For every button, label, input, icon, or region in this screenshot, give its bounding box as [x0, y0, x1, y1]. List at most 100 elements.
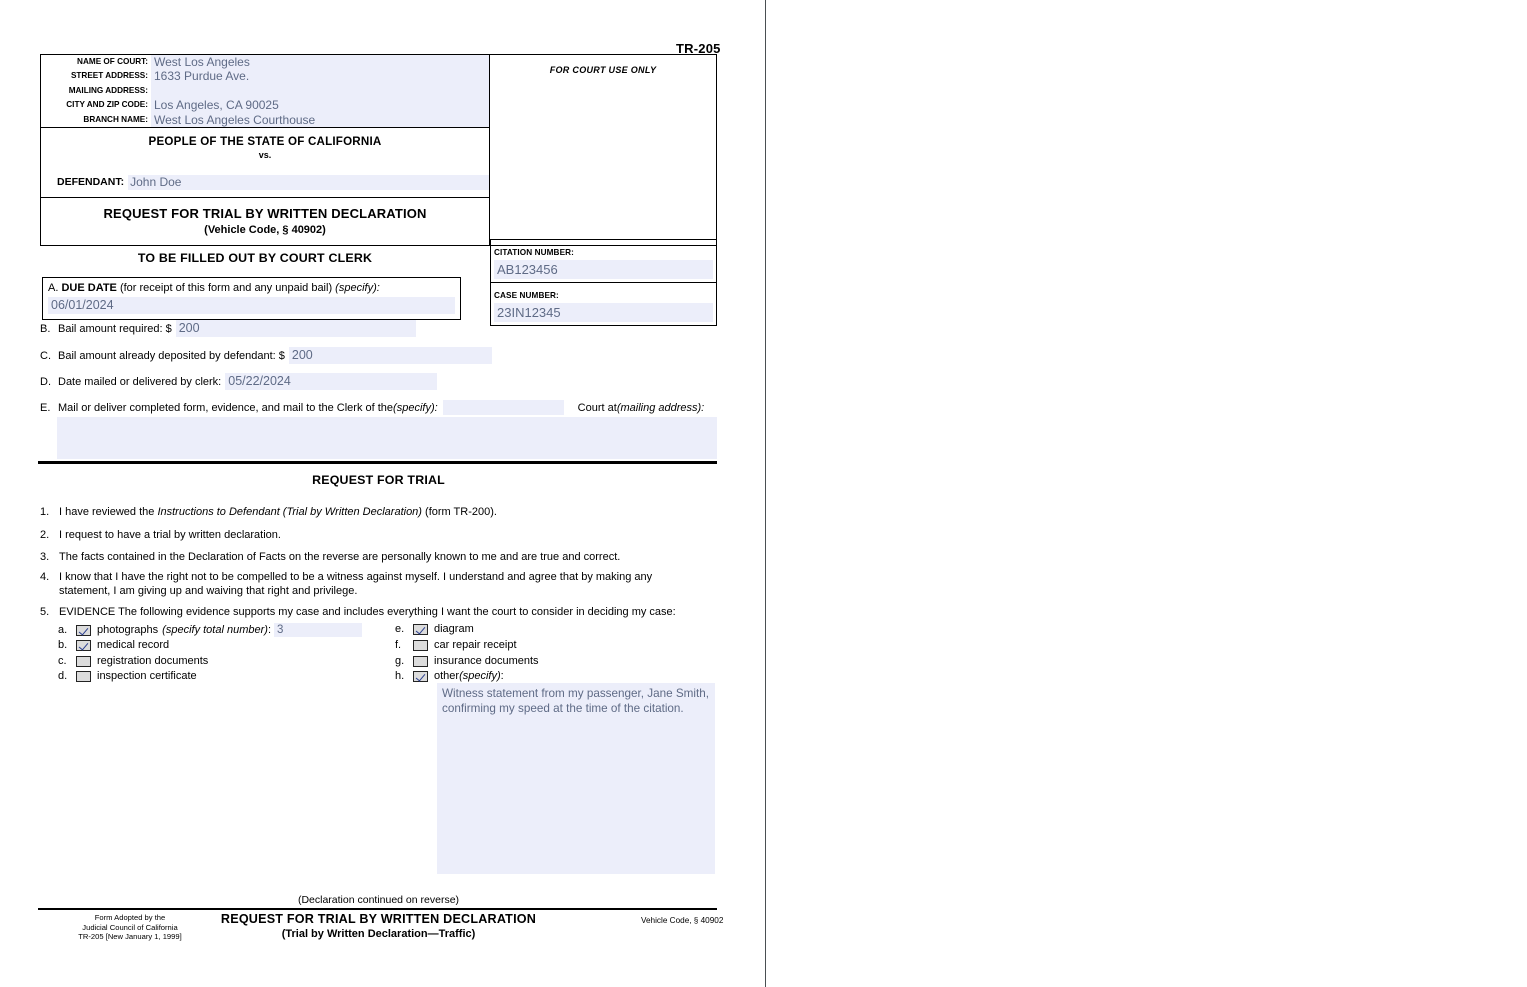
name-of-court-value[interactable]: West Los Angeles	[151, 55, 489, 69]
branch-name-value[interactable]: West Los Angeles Courthouse	[151, 113, 489, 127]
caption-left: NAME OF COURT: West Los Angeles STREET A…	[41, 55, 490, 245]
evidence-item-e[interactable]: e. diagram	[395, 623, 474, 635]
evidence-item-f[interactable]: f. car repair receipt	[395, 639, 517, 651]
caption-box: NAME OF COURT: West Los Angeles STREET A…	[40, 54, 717, 246]
mailing-address-value[interactable]	[151, 84, 489, 98]
page-one: TR-205 NAME OF COURT: West Los Angeles S…	[0, 0, 765, 987]
item-e-specify: (specify):	[393, 402, 438, 414]
evidence-a-suffix: :	[268, 624, 271, 636]
checkbox-photographs[interactable]	[76, 625, 91, 636]
evidence-e-letter: e.	[395, 623, 413, 635]
evidence-f-label: car repair receipt	[434, 639, 517, 651]
form-viewer: TR-205 NAME OF COURT: West Los Angeles S…	[0, 0, 1527, 987]
item-4-text: I know that I have the right not to be c…	[59, 570, 680, 598]
item-e-court-name-value[interactable]	[443, 400, 564, 415]
date-mailed-marker: D.	[40, 376, 58, 388]
evidence-h-italic: (specify)	[459, 670, 501, 682]
item-3-number: 3.	[40, 550, 59, 564]
court-field-row[interactable]: CITY AND ZIP CODE: Los Angeles, CA 90025	[41, 98, 489, 112]
evidence-a-letter: a.	[58, 624, 76, 636]
item-2-text: I request to have a trial by written dec…	[59, 528, 717, 542]
footer-adoption-note: Form Adopted by the Judicial Council of …	[40, 913, 220, 942]
defendant-label: DEFENDANT:	[41, 176, 128, 188]
item-1-text: I have reviewed the Instructions to Defe…	[59, 505, 717, 519]
date-mailed-row[interactable]: D. Date mailed or delivered by clerk: 05…	[40, 373, 437, 390]
bail-deposited-row[interactable]: C. Bail amount already deposited by defe…	[40, 347, 492, 364]
bail-deposited-marker: C.	[40, 350, 58, 362]
evidence-item-h[interactable]: h. other (specify):	[395, 670, 504, 682]
bail-required-label: Bail amount required: $	[58, 323, 172, 335]
item-4-number: 4.	[40, 570, 59, 598]
item-5-number: 5.	[40, 605, 59, 619]
checkbox-diagram[interactable]	[413, 624, 428, 635]
item-2-number: 2.	[40, 528, 59, 542]
citation-number-label: CITATION NUMBER:	[494, 248, 574, 257]
footer-vehicle-code: Vehicle Code, § 40902	[641, 916, 723, 925]
request-for-trial-heading: REQUEST FOR TRIAL	[40, 473, 717, 487]
court-field-row[interactable]: NAME OF COURT: West Los Angeles	[41, 55, 489, 69]
evidence-h-letter: h.	[395, 670, 413, 682]
bail-required-marker: B.	[40, 323, 58, 335]
item-e-text: Mail or deliver completed form, evidence…	[58, 402, 393, 414]
evidence-c-letter: c.	[58, 655, 76, 667]
evidence-item-b[interactable]: b. medical record	[58, 639, 169, 651]
bail-deposited-value[interactable]: 200	[289, 347, 492, 364]
date-mailed-label: Date mailed or delivered by clerk:	[58, 376, 221, 388]
evidence-e-label: diagram	[434, 623, 474, 635]
court-use-only-box: FOR COURT USE ONLY	[490, 55, 716, 245]
checkbox-insurance-documents[interactable]	[413, 656, 428, 667]
checkbox-other[interactable]	[413, 671, 428, 682]
street-address-label: STREET ADDRESS:	[41, 69, 151, 83]
checkbox-car-repair-receipt[interactable]	[413, 640, 428, 651]
case-number-cell[interactable]: CASE NUMBER: 23IN12345	[491, 282, 716, 325]
citation-number-cell[interactable]: CITATION NUMBER: AB123456	[491, 240, 716, 282]
evidence-h-label: other	[434, 670, 459, 682]
item-e-row[interactable]: E. Mail or deliver completed form, evide…	[40, 400, 717, 415]
item-e-address-box[interactable]	[57, 417, 717, 459]
bail-required-row[interactable]: B. Bail amount required: $ 200	[40, 320, 416, 337]
evidence-d-label: inspection certificate	[97, 670, 197, 682]
evidence-g-letter: g.	[395, 655, 413, 667]
court-field-row[interactable]: MAILING ADDRESS:	[41, 84, 489, 98]
evidence-item-g[interactable]: g. insurance documents	[395, 655, 539, 667]
mailing-address-label: MAILING ADDRESS:	[41, 84, 151, 98]
evidence-item-c[interactable]: c. registration documents	[58, 655, 208, 667]
checkbox-registration-documents[interactable]	[76, 656, 91, 667]
other-evidence-textarea[interactable]: Witness statement from my passenger, Jan…	[437, 683, 715, 874]
bail-required-value[interactable]: 200	[176, 320, 416, 337]
street-address-value[interactable]: 1633 Purdue Ave.	[151, 69, 489, 83]
due-date-marker: A.	[48, 282, 58, 294]
form-title-line-2: (Vehicle Code, § 40902)	[41, 224, 489, 236]
photographs-count-value[interactable]: 3	[274, 623, 362, 637]
checkbox-medical-record[interactable]	[76, 640, 91, 651]
city-zip-value[interactable]: Los Angeles, CA 90025	[151, 98, 489, 112]
item-e-marker: E.	[40, 402, 58, 414]
numbered-item-4: 4. I know that I have the right not to b…	[40, 570, 680, 598]
section-divider-rule	[38, 461, 717, 464]
case-number-value[interactable]: 23IN12345	[494, 303, 713, 322]
citation-case-stack: CITATION NUMBER: AB123456 CASE NUMBER: 2…	[490, 239, 717, 326]
due-date-box[interactable]: A. DUE DATE (for receipt of this form an…	[42, 277, 461, 320]
checkbox-inspection-certificate[interactable]	[76, 671, 91, 682]
numbered-item-2: 2. I request to have a trial by written …	[40, 528, 717, 542]
citation-number-value[interactable]: AB123456	[494, 260, 713, 279]
due-date-rest: (for receipt of this form and any unpaid…	[117, 282, 335, 294]
due-date-specify: (specify):	[335, 282, 380, 294]
due-date-value-row[interactable]: 06/01/2024	[48, 297, 455, 315]
date-mailed-value[interactable]: 05/22/2024	[225, 373, 437, 390]
court-field-row[interactable]: STREET ADDRESS: 1633 Purdue Ave.	[41, 69, 489, 83]
court-use-only-label: FOR COURT USE ONLY	[490, 65, 716, 75]
defendant-row[interactable]: DEFENDANT: John Doe	[41, 175, 489, 190]
evidence-a-label: photographs	[97, 624, 158, 636]
bail-deposited-label: Bail amount already deposited by defenda…	[58, 350, 285, 362]
footer-rule-page-one	[38, 908, 717, 910]
evidence-item-d[interactable]: d. inspection certificate	[58, 670, 197, 682]
due-date-value[interactable]: 06/01/2024	[48, 297, 455, 314]
court-field-row[interactable]: BRANCH NAME: West Los Angeles Courthouse	[41, 113, 489, 127]
footer-title-line-1: REQUEST FOR TRIAL BY WRITTEN DECLARATION	[220, 912, 537, 926]
item-3-text: The facts contained in the Declaration o…	[59, 550, 717, 564]
evidence-item-a[interactable]: a. photographs (specify total number): 3	[58, 623, 362, 637]
defendant-value[interactable]: John Doe	[128, 175, 489, 190]
evidence-a-italic: (specify total number)	[162, 624, 268, 636]
evidence-b-label: medical record	[97, 639, 169, 651]
